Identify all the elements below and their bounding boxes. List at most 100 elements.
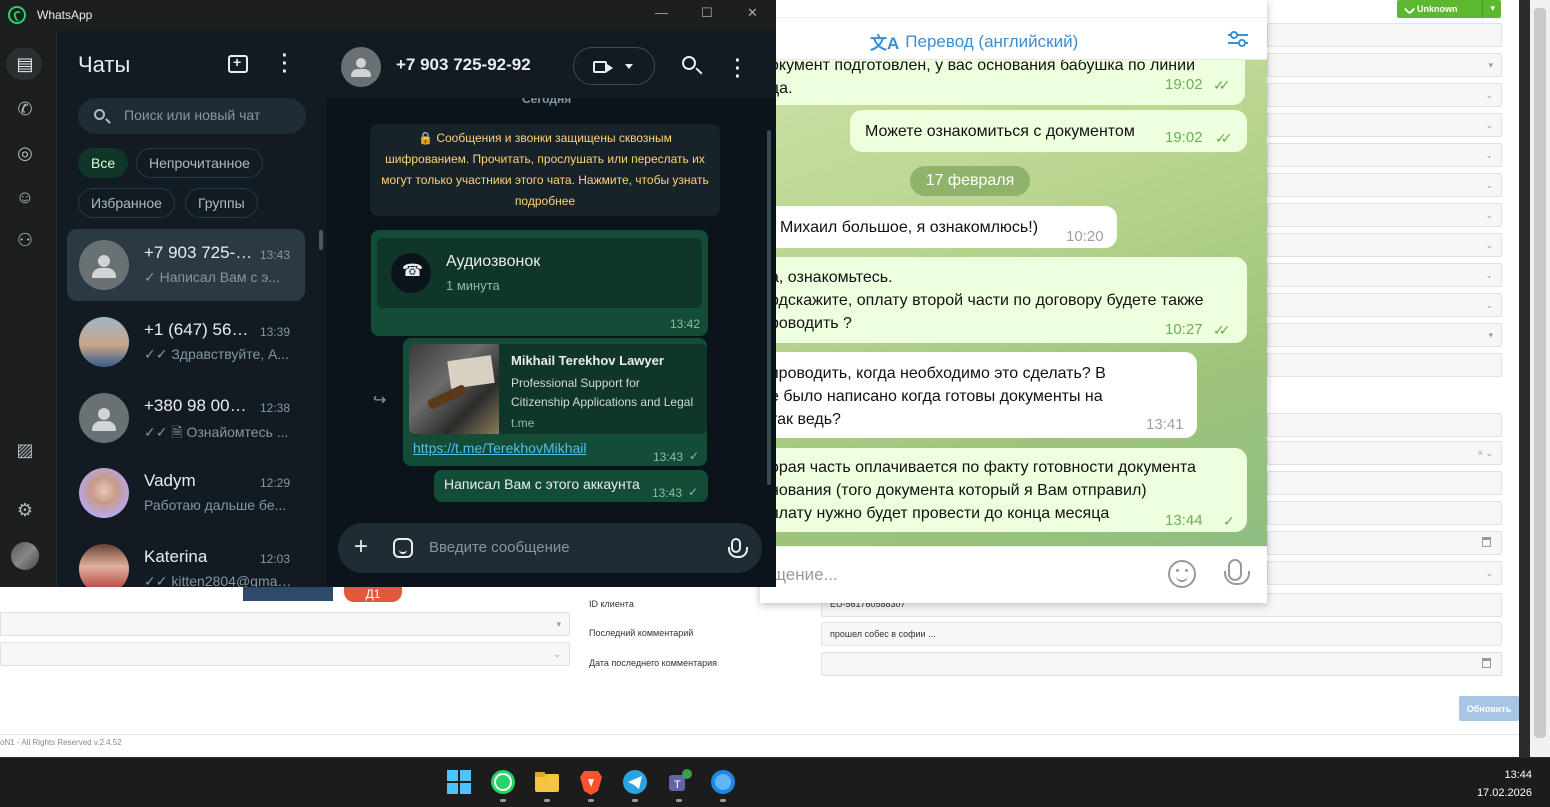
crm-select[interactable]: ▾	[0, 612, 570, 636]
message-bubble[interactable]: орая часть оплачивается по факту готовно…	[760, 448, 1247, 532]
chat-item[interactable]: +1 (647) 561-... 13:39 ✓✓ Здравствуйте, …	[67, 306, 305, 378]
close-icon[interactable]: ✕	[747, 5, 758, 21]
chat-time: 13:43	[260, 248, 291, 262]
tg-composer: щение...	[760, 546, 1267, 603]
clock-time[interactable]: 13:44	[1504, 769, 1532, 781]
avatar	[79, 317, 129, 367]
crm-field[interactable]	[1267, 471, 1502, 495]
audio-call-title: Аудиозвонок	[446, 253, 541, 270]
message-bubble[interactable]: окумент подготовлен, у вас основания баб…	[760, 60, 1245, 105]
crm-select[interactable]: ⌄	[1267, 203, 1502, 227]
windows-start-icon[interactable]	[444, 767, 474, 797]
microphone-icon[interactable]	[728, 538, 748, 558]
crm-select[interactable]: ⌄	[1267, 561, 1502, 585]
conversation-scrollbar[interactable]	[767, 130, 771, 485]
encryption-notice[interactable]: 🔒 Сообщения и звонки защищены сквозным ш…	[370, 124, 720, 216]
crm-select[interactable]: ▾	[1267, 53, 1502, 77]
filter-groups[interactable]: Группы	[185, 188, 258, 218]
filter-favorites[interactable]: Избранное	[78, 188, 175, 218]
crm-select[interactable]: ⌄	[1267, 113, 1502, 137]
link-preview-card[interactable]: Mikhail Terekhov Lawyer Professional Sup…	[409, 344, 707, 434]
whatsapp-taskbar-icon[interactable]	[488, 767, 518, 797]
contact-name[interactable]: +7 903 725-92-92	[396, 55, 531, 75]
text-message[interactable]: Написал Вам с этого аккаунта 13:43 ✓	[434, 470, 708, 502]
phone-app-icon[interactable]	[708, 767, 738, 797]
filter-all[interactable]: Все	[78, 148, 129, 178]
sent-check-icon: ✓	[688, 485, 699, 499]
tune-icon[interactable]	[1227, 30, 1249, 48]
crm-select[interactable]: ⌄	[1267, 263, 1502, 287]
gear-icon[interactable]: ⚙	[13, 498, 37, 522]
communities-chat-icon[interactable]: ☺	[13, 185, 37, 209]
menu-icon[interactable]: · · ·	[280, 46, 290, 82]
filter-unread[interactable]: Непрочитанное	[136, 148, 263, 178]
link-message[interactable]: Mikhail Terekhov Lawyer Professional Sup…	[403, 338, 707, 466]
audio-call-message[interactable]: Аудиозвонок 1 минута 13:42	[371, 230, 708, 336]
emoji-icon[interactable]	[1168, 560, 1196, 588]
calls-icon[interactable]: ✆	[13, 97, 37, 121]
link-url[interactable]: https://t.me/TerekhovMikhail	[413, 440, 587, 456]
file-explorer-icon[interactable]	[532, 767, 562, 797]
message-bubble[interactable]: Михаил большое, я ознакомлюсь!) 10:20	[760, 206, 1117, 248]
microphone-icon[interactable]	[1224, 559, 1250, 585]
message-bubble[interactable]: проводить, когда необходимо это сделать?…	[760, 352, 1197, 438]
video-call-button[interactable]	[573, 47, 655, 85]
brave-browser-icon[interactable]	[576, 767, 606, 797]
crm-field[interactable]	[1267, 23, 1502, 47]
crm-select[interactable]: ▾	[1267, 323, 1502, 347]
maximize-icon[interactable]: ☐	[701, 5, 713, 21]
crm-select[interactable]: × ⌄	[1267, 441, 1502, 465]
status-badge: Д1	[344, 586, 402, 602]
clock-date[interactable]: 17.02.2026	[1477, 787, 1532, 799]
communities-icon[interactable]: ⚇	[13, 228, 37, 252]
crm-select[interactable]: ⌄	[1267, 143, 1502, 167]
last-comment-field[interactable]: прошел собес в софии ...	[821, 622, 1502, 646]
search-icon	[94, 109, 105, 120]
crm-select[interactable]: ⌄	[1267, 233, 1502, 257]
message-bubble[interactable]: Можете ознакомиться с документом 19:02 ✓…	[850, 110, 1247, 152]
update-button[interactable]: Обновить	[1459, 696, 1519, 721]
teams-icon[interactable]: T	[664, 767, 694, 797]
crm-select[interactable]: ⌄	[1267, 173, 1502, 197]
avatar[interactable]	[11, 542, 39, 570]
menu-icon[interactable]: · · ·	[733, 51, 743, 87]
unknown-call-button[interactable]: Unknown ▾	[1397, 0, 1501, 18]
message-time: 13:43	[653, 450, 684, 464]
avatar[interactable]	[341, 47, 381, 87]
phone-icon	[1403, 2, 1416, 15]
forward-icon[interactable]: ↪	[373, 390, 386, 410]
minimize-icon[interactable]: —	[655, 5, 668, 20]
new-chat-icon[interactable]	[228, 54, 248, 73]
chat-item[interactable]: Katerina 12:03 ✓✓ kitten2804@gmai...	[67, 533, 305, 587]
telegram-taskbar-icon[interactable]	[620, 767, 650, 797]
chat-item[interactable]: +380 98 007 ... 12:38 ✓✓ 🗎 Ознайомтесь .…	[67, 382, 305, 454]
chat-list-scrollbar[interactable]	[319, 230, 323, 250]
crm-date[interactable]	[1267, 531, 1502, 555]
last-comment-date-field[interactable]	[821, 652, 1502, 676]
crm-field[interactable]	[1267, 353, 1502, 377]
crm-field[interactable]	[1267, 501, 1502, 525]
link-description: Professional Support for Citizenship App…	[511, 376, 694, 409]
crm-field[interactable]	[1267, 413, 1502, 437]
audio-call-card: Аудиозвонок 1 минута	[377, 238, 702, 308]
chat-item[interactable]: Vadym 12:29 Работаю дальше бе...	[67, 457, 305, 529]
page-scrollbar[interactable]	[1530, 0, 1550, 757]
message-input[interactable]: щение...	[772, 565, 838, 585]
chevron-down-icon[interactable]: ▾	[1490, 3, 1495, 14]
sticker-icon[interactable]	[393, 538, 413, 558]
media-icon[interactable]: ▨	[13, 438, 37, 462]
message-input[interactable]: Введите сообщение	[429, 539, 570, 556]
status-icon[interactable]: ◎	[13, 141, 37, 165]
crm-select[interactable]: ⌄	[0, 642, 570, 666]
crm-select[interactable]: ⌄	[1267, 293, 1502, 317]
crm-select[interactable]: ⌄	[1267, 83, 1502, 107]
chats-icon[interactable]: ▤	[13, 52, 37, 76]
translate-button[interactable]: 文A Перевод (английский)	[870, 29, 1078, 54]
chat-name: +1 (647) 561-...	[144, 320, 254, 339]
audio-call-duration: 1 минута	[446, 278, 500, 293]
message-bubble[interactable]: а, ознакомьтесь. одскажите, оплату второ…	[760, 257, 1247, 343]
search-icon[interactable]	[682, 56, 696, 70]
chat-item[interactable]: +7 903 725-9... 13:43 ✓ Написал Вам с э.…	[67, 229, 305, 301]
attach-icon[interactable]: +	[354, 534, 368, 560]
search-input[interactable]: Поиск или новый чат	[78, 98, 306, 134]
